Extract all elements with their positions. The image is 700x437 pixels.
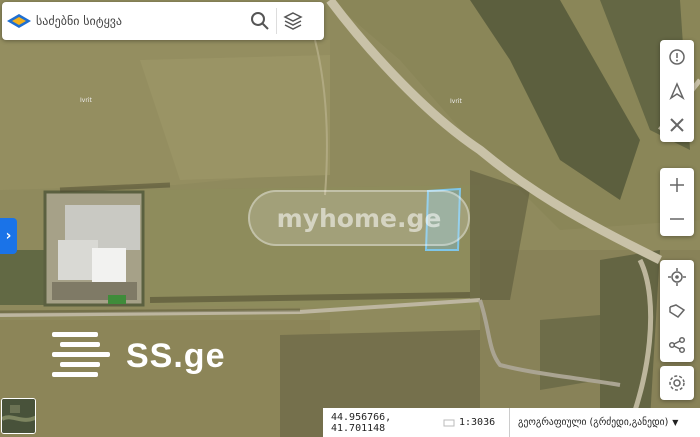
zoom-out-icon <box>670 218 684 220</box>
side-panel-toggle[interactable]: › <box>0 218 17 254</box>
layers-icon <box>283 12 303 30</box>
measure-button[interactable] <box>660 294 694 328</box>
scale-readout: 1:3036 <box>443 417 509 429</box>
zoom-out-button[interactable] <box>660 202 694 236</box>
layers-button[interactable] <box>277 2 309 40</box>
search-button[interactable] <box>244 2 276 40</box>
north-arrow-icon <box>669 82 685 100</box>
share-button[interactable] <box>660 328 694 362</box>
tools-icon <box>670 118 684 132</box>
status-bar: 44.956766, 41.701148 1:3036 გეოგრაფიული … <box>323 408 700 437</box>
tools-button[interactable] <box>660 108 694 142</box>
crs-dropdown[interactable]: გეოგრაფიული (გრძედი,განედი) ▼ <box>509 408 700 437</box>
map-actions-group <box>660 260 694 362</box>
scale-icon <box>443 419 455 426</box>
ss-logo-icon <box>52 332 110 377</box>
road-label: Ivrit <box>80 97 92 104</box>
zoom-in-button[interactable] <box>660 168 694 202</box>
info-icon <box>669 49 685 65</box>
basemap-switcher[interactable] <box>1 398 36 434</box>
share-icon <box>668 336 686 354</box>
locate-button[interactable] <box>660 260 694 294</box>
ss-watermark: SS.ge <box>50 330 225 382</box>
myhome-watermark: myhome.ge <box>248 190 470 246</box>
chevron-down-icon: ▼ <box>672 418 679 427</box>
chevron-right-icon: › <box>5 228 12 244</box>
coordinates-readout: 44.956766, 41.701148 <box>331 411 392 434</box>
road-label: Ivrit <box>450 98 462 105</box>
north-button[interactable] <box>660 74 694 108</box>
map-logo-icon[interactable] <box>2 2 36 40</box>
settings-group <box>660 366 694 400</box>
search-icon <box>251 12 269 30</box>
info-button[interactable] <box>660 40 694 74</box>
zoom-in-icon <box>670 178 684 192</box>
search-bar <box>2 2 324 40</box>
search-input[interactable] <box>36 14 244 28</box>
zoom-group <box>660 168 694 236</box>
measure-icon <box>669 304 686 318</box>
map-tools-group <box>660 40 694 142</box>
basemap-thumbnail <box>2 399 35 433</box>
locate-icon <box>668 268 686 286</box>
settings-button[interactable] <box>660 366 694 400</box>
settings-icon <box>669 375 685 391</box>
